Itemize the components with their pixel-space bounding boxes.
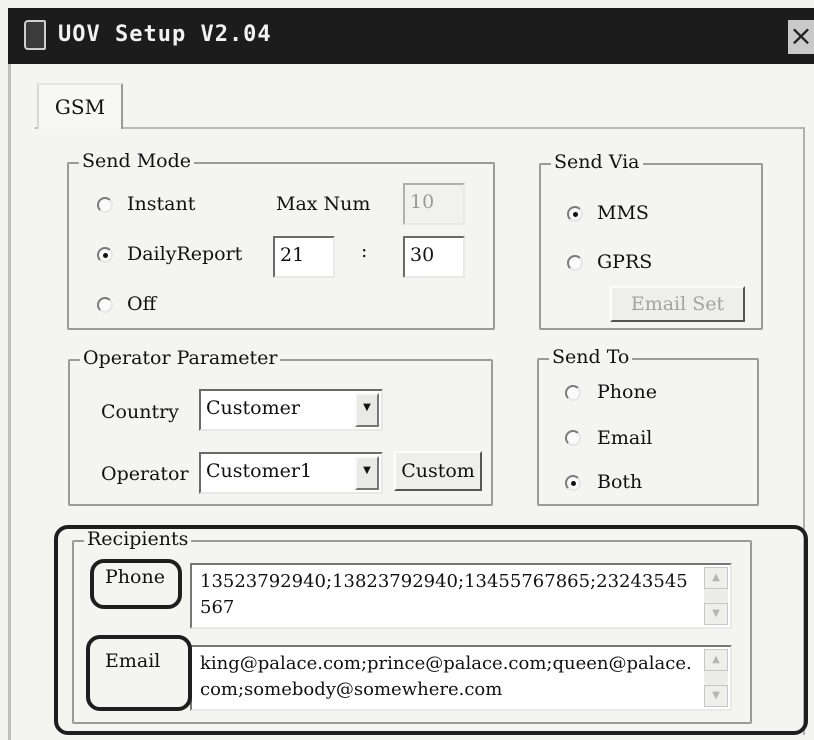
send-to-legend: Send To <box>549 346 633 368</box>
max-num-label: Max Num <box>276 193 371 215</box>
radio-email[interactable] <box>565 430 581 446</box>
country-label: Country <box>101 401 179 423</box>
app-icon <box>24 20 46 50</box>
radio-email-label: Email <box>597 427 653 449</box>
radio-gprs-label: GPRS <box>597 251 653 273</box>
tab-gsm[interactable]: GSM <box>37 83 123 129</box>
hour-input[interactable]: 21 <box>273 236 335 278</box>
title-bar: UOV Setup V2.04 × <box>8 8 814 64</box>
radio-both[interactable] <box>565 475 581 491</box>
phone-label-callout <box>90 559 182 609</box>
operator-select[interactable]: Customer1 ▼ <box>199 452 383 494</box>
radio-gprs[interactable] <box>567 255 583 271</box>
country-select[interactable]: Customer ▼ <box>199 389 383 431</box>
radio-daily-report[interactable] <box>97 247 113 263</box>
time-separator: : <box>361 240 368 262</box>
radio-off-label: Off <box>127 293 157 315</box>
custom-button[interactable]: Custom <box>394 451 482 491</box>
operator-value: Customer1 <box>206 460 313 482</box>
send-mode-legend: Send Mode <box>79 150 194 172</box>
radio-instant[interactable] <box>97 197 113 213</box>
minute-input[interactable]: 30 <box>403 236 465 278</box>
email-set-button[interactable]: Email Set <box>610 286 745 322</box>
country-value: Customer <box>206 397 300 419</box>
radio-mms[interactable] <box>567 206 583 222</box>
chevron-down-icon[interactable]: ▼ <box>355 456 379 490</box>
max-num-input[interactable]: 10 <box>403 183 465 225</box>
radio-mms-label: MMS <box>597 202 649 224</box>
radio-phone-label: Phone <box>597 381 657 403</box>
radio-daily-report-label: DailyReport <box>127 243 243 265</box>
chevron-down-icon[interactable]: ▼ <box>355 393 379 427</box>
operator-parameter-legend: Operator Parameter <box>80 347 281 369</box>
send-via-legend: Send Via <box>551 151 643 173</box>
operator-label: Operator <box>101 463 189 485</box>
window-title: UOV Setup V2.04 <box>58 22 272 47</box>
close-icon[interactable]: × <box>788 20 814 54</box>
radio-instant-label: Instant <box>127 193 196 215</box>
radio-both-label: Both <box>597 471 643 493</box>
radio-phone[interactable] <box>565 385 581 401</box>
radio-off[interactable] <box>97 297 113 313</box>
email-label-callout <box>86 635 192 711</box>
